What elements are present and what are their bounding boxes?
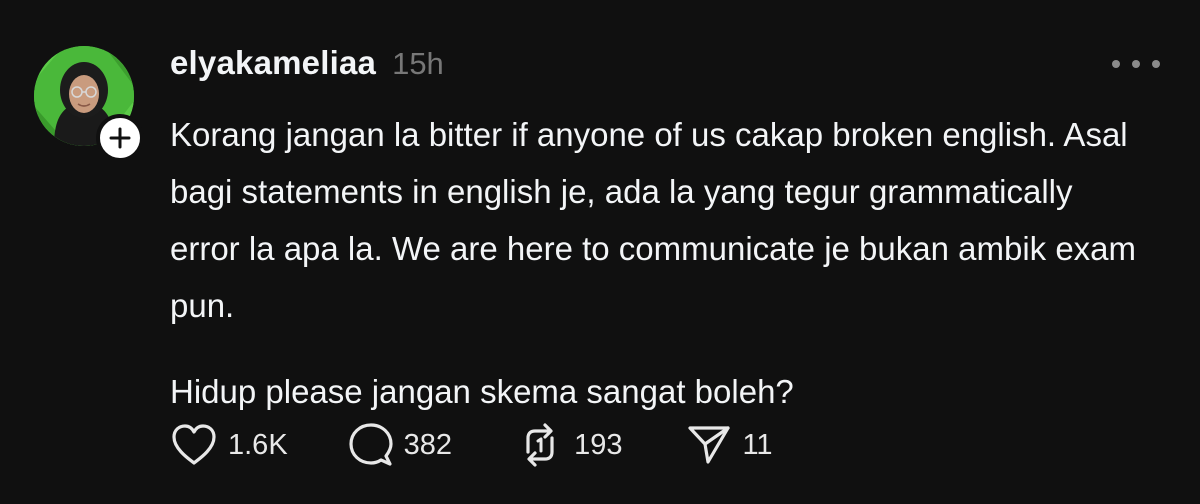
more-horizontal-icon-dot-3: [1152, 60, 1160, 68]
more-horizontal-icon: [1112, 60, 1120, 68]
repost-count: 193: [574, 428, 623, 461]
comment-bubble-icon: [349, 423, 393, 466]
repost-button[interactable]: 193: [516, 422, 622, 468]
repost-arrows-icon: [526, 423, 554, 467]
action-bar: 1.6K 382 193 11: [170, 420, 773, 470]
like-count: 1.6K: [228, 428, 288, 461]
send-paper-plane-icon: [688, 426, 731, 464]
thread-post: elyakameliaa 15h Korang jangan la bitter…: [0, 0, 1200, 504]
username[interactable]: elyakameliaa: [170, 44, 376, 82]
post-paragraph-1: Korang jangan la bitter if anyone of us …: [170, 116, 1137, 324]
share-button[interactable]: 11: [686, 422, 773, 468]
plus-icon: [109, 127, 131, 149]
timestamp: 15h: [392, 46, 444, 81]
follow-button[interactable]: [96, 114, 144, 162]
reply-count: 382: [403, 428, 453, 461]
heart-icon: [172, 424, 216, 465]
post-body: Korang jangan la bitter if anyone of us …: [170, 106, 1150, 420]
post-paragraph-2: Hidup please jangan skema sangat boleh?: [170, 373, 794, 410]
like-button[interactable]: 1.6K: [170, 423, 288, 467]
post-header: elyakameliaa 15h: [170, 44, 444, 88]
reply-button[interactable]: 382: [348, 422, 452, 468]
share-count: 11: [742, 428, 773, 461]
more-options-button[interactable]: [1112, 52, 1160, 76]
more-horizontal-icon-dot-2: [1132, 60, 1140, 68]
